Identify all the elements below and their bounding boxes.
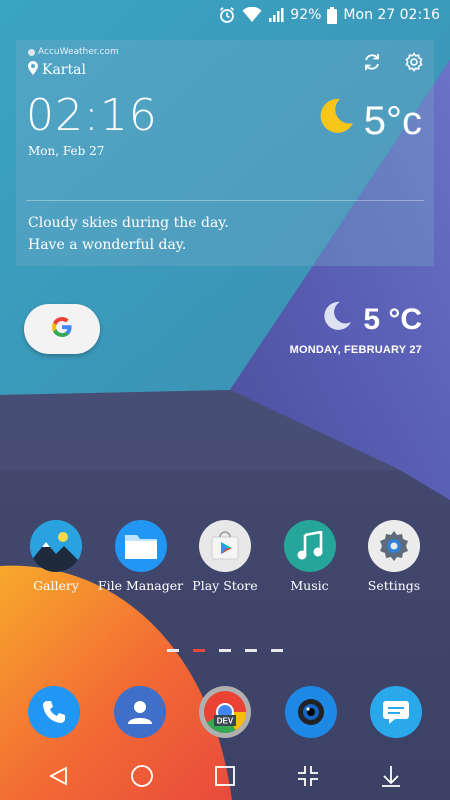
forecast-text: Cloudy skies during the day. Have a wond… <box>28 212 229 256</box>
recents-square-icon <box>215 766 235 786</box>
google-g-icon <box>50 315 74 343</box>
page-dot[interactable] <box>245 649 257 652</box>
settings-gear-icon[interactable] <box>404 52 424 76</box>
messages-icon[interactable] <box>370 686 422 738</box>
page-dot[interactable] <box>271 649 283 652</box>
recents-button[interactable] <box>197 756 253 796</box>
battery-icon <box>327 6 338 24</box>
app-play-store[interactable]: Play Store <box>183 520 267 593</box>
camera-icon[interactable] <box>284 686 337 738</box>
accuweather-brand: AccuWeather.com <box>28 47 119 57</box>
location[interactable]: Kartal <box>28 61 86 79</box>
gallery-icon <box>30 520 82 572</box>
weather-widget[interactable]: AccuWeather.com Kartal 02:16 Mon, Feb 27… <box>16 40 434 266</box>
phone-icon[interactable] <box>28 686 80 738</box>
notifications-pull-button[interactable] <box>363 756 419 796</box>
location-name: Kartal <box>42 62 86 78</box>
page-indicator <box>0 649 450 652</box>
widget-clock[interactable]: 02:16 <box>26 90 158 141</box>
play-store-icon <box>199 520 251 572</box>
widget2-temperature-value: 5 °C <box>363 303 422 336</box>
app-label: Settings <box>367 578 421 593</box>
app-gallery[interactable]: Gallery <box>14 520 98 593</box>
split-screen-button[interactable] <box>280 756 336 796</box>
svg-text:DEV: DEV <box>217 717 234 726</box>
home-button[interactable] <box>114 756 170 796</box>
back-triangle-icon <box>49 766 68 786</box>
back-button[interactable] <box>31 756 87 796</box>
widget2-date: MONDAY, FEBRUARY 27 <box>289 344 422 356</box>
moon-icon <box>321 300 353 340</box>
down-arrow-icon <box>381 766 400 787</box>
page-dot[interactable] <box>167 649 179 652</box>
alarm-icon <box>218 6 236 24</box>
app-label: File Manager <box>97 578 184 593</box>
status-date-time: Mon 27 02:16 <box>343 7 440 23</box>
app-file-manager[interactable]: File Manager <box>97 520 184 593</box>
location-pin-icon <box>28 61 38 79</box>
google-search-button[interactable] <box>24 304 100 354</box>
clock-weather-widget[interactable]: 5 °C MONDAY, FEBRUARY 27 <box>290 300 422 356</box>
widget-divider <box>26 200 424 201</box>
app-label: Gallery <box>33 578 79 593</box>
app-music[interactable]: Music <box>268 520 352 593</box>
app-label: Play Store <box>192 578 258 593</box>
temperature-value: 5°c <box>363 98 422 143</box>
refresh-icon[interactable] <box>362 52 382 76</box>
battery-percent: 92% <box>290 7 322 23</box>
forecast-line-2: Have a wonderful day. <box>28 237 187 253</box>
navigation-bar <box>0 752 450 800</box>
moon-icon <box>316 96 356 146</box>
widget-temperature: 5°c <box>316 96 422 146</box>
signal-icon <box>268 7 284 23</box>
home-circle-icon <box>131 765 154 787</box>
accuweather-brand-text: AccuWeather.com <box>38 47 119 57</box>
contacts-icon[interactable] <box>113 686 166 738</box>
collapse-arrows-icon <box>297 766 318 786</box>
app-label: Music <box>290 578 329 593</box>
music-note-icon <box>283 520 336 572</box>
forecast-line-1: Cloudy skies during the day. <box>28 215 229 231</box>
status-bar: 92% Mon 27 02:16 <box>0 0 450 30</box>
accuweather-logo-icon <box>28 48 35 56</box>
page-dot-active[interactable] <box>193 649 205 652</box>
widget2-temperature: 5 °C <box>290 300 422 340</box>
folder-icon <box>114 520 167 572</box>
page-dot[interactable] <box>219 649 231 652</box>
dock: DEV <box>0 686 450 738</box>
chrome-dev-icon[interactable]: DEV <box>199 686 251 738</box>
app-settings[interactable]: Settings <box>352 520 436 593</box>
wifi-icon <box>242 7 262 23</box>
widget-date: Mon, Feb 27 <box>28 144 105 158</box>
app-grid: Gallery File Manager Play Store Music Se… <box>0 520 450 593</box>
weather-actions <box>362 52 424 76</box>
settings-icon <box>368 520 420 572</box>
